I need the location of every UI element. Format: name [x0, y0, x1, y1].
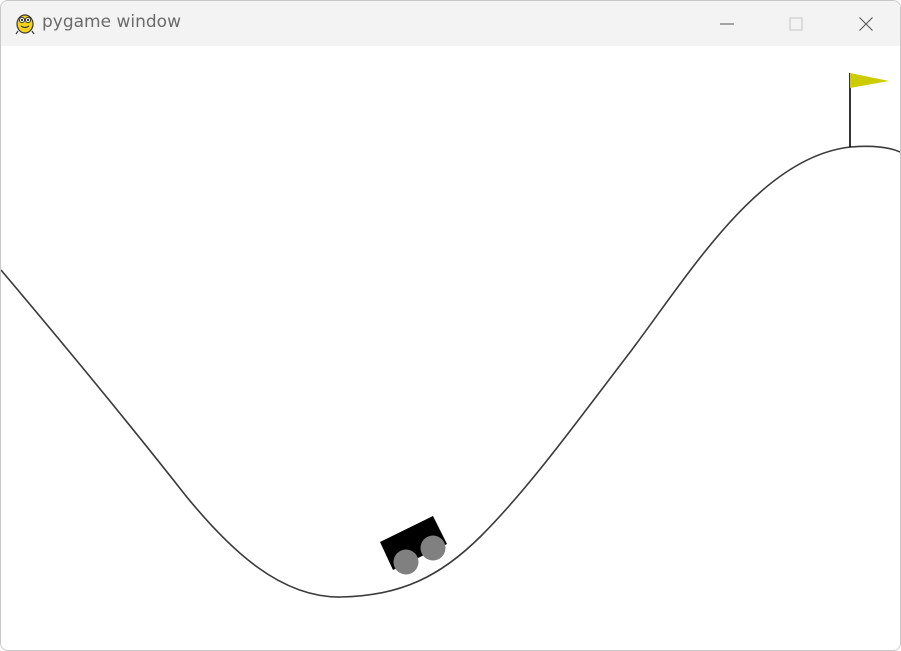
mountain-car [380, 516, 447, 575]
goal-flag [849, 73, 889, 147]
pygame-snake-icon [13, 11, 37, 35]
close-button[interactable] [831, 1, 900, 46]
window-title: pygame window [42, 12, 181, 32]
mountain-track [1, 145, 900, 598]
maximize-button[interactable] [761, 1, 831, 46]
minimize-button[interactable] [692, 1, 762, 46]
pygame-window: pygame window [0, 0, 901, 651]
minimize-icon [720, 23, 734, 24]
close-icon [859, 16, 873, 31]
maximize-icon [789, 17, 803, 30]
game-canvas [1, 46, 900, 650]
flag-banner [850, 73, 889, 88]
car-wheel-front [420, 535, 446, 561]
title-bar[interactable]: pygame window [1, 1, 900, 46]
car-wheel-rear [393, 549, 419, 575]
